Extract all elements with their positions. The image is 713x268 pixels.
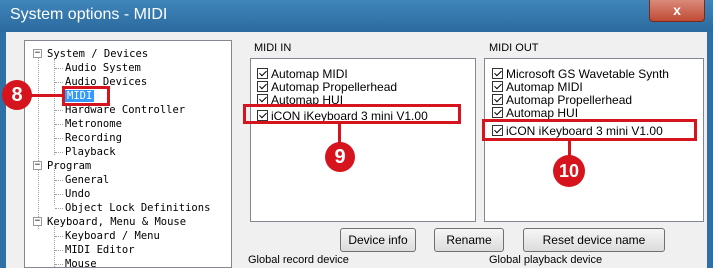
tree-item-label: Mouse xyxy=(65,258,97,268)
tree-item-playback[interactable]: Playback xyxy=(65,145,116,159)
callout-8-badge: 8 xyxy=(2,80,32,110)
tree-item-label: Program xyxy=(47,160,92,172)
tree-item-keyboard-menu-mouse[interactable]: − Keyboard, Menu & Mouse xyxy=(33,215,186,229)
checkbox-icon[interactable] xyxy=(492,81,503,92)
tree-item-label: General xyxy=(65,174,110,186)
callout-9-badge: 9 xyxy=(325,142,355,172)
tree-item-general[interactable]: General xyxy=(65,173,109,187)
checkbox-icon[interactable] xyxy=(492,94,503,105)
midi-out-label: MIDI OUT xyxy=(489,42,539,54)
collapse-icon[interactable]: − xyxy=(33,49,42,58)
tree-item-keyboard-menu[interactable]: Keyboard / Menu xyxy=(65,229,160,243)
tree-item-label: Playback xyxy=(65,146,116,158)
tree-item-system-devices[interactable]: − System / Devices xyxy=(33,47,148,61)
device-info-button[interactable]: Device info xyxy=(340,228,416,252)
midi-out-item-label: Microsoft GS Wavetable Synth xyxy=(506,67,669,81)
midi-in-label: MIDI IN xyxy=(254,42,292,54)
tree-item-audio-system[interactable]: Audio System xyxy=(65,61,141,75)
settings-tree[interactable]: − System / Devices Audio System Audio De… xyxy=(24,40,232,268)
tree-item-label: Recording xyxy=(65,132,122,144)
tree-item-mouse[interactable]: Mouse xyxy=(65,257,97,268)
midi-out-item-label: Automap MIDI xyxy=(506,80,583,94)
title-bar: System options - MIDI x xyxy=(0,0,713,32)
checkbox-icon[interactable] xyxy=(492,107,503,118)
callout-10-badge: 10 xyxy=(553,155,585,187)
tree-item-label: Keyboard / Menu xyxy=(65,230,160,242)
tree-item-label: Undo xyxy=(65,188,91,200)
tree-item-label: Keyboard, Menu & Mouse xyxy=(47,216,187,228)
checkbox-icon[interactable] xyxy=(492,68,503,79)
tree-item-label: Object Lock Definitions xyxy=(65,202,211,214)
midi-in-list[interactable]: Automap MIDI Automap Propellerhead Autom… xyxy=(250,58,476,222)
callout-9-highlight xyxy=(243,104,461,124)
tree-item-label: System / Devices xyxy=(47,48,149,60)
midi-out-item-label: Automap HUI xyxy=(506,106,579,120)
tree-item-undo[interactable]: Undo xyxy=(65,187,90,201)
midi-in-item-label: Automap MIDI xyxy=(271,67,348,81)
tree-item-midi-editor[interactable]: MIDI Editor xyxy=(65,243,135,257)
midi-out-item-label: Automap Propellerhead xyxy=(506,93,633,107)
global-playback-device-label: Global playback device xyxy=(489,254,603,266)
tree-item-label: Audio System xyxy=(65,62,141,74)
tree-item-label: MIDI Editor xyxy=(65,244,135,256)
tree-item-program[interactable]: − Program xyxy=(33,159,91,173)
tree-item-label: Metronome xyxy=(65,118,122,130)
tree-item-recording[interactable]: Recording xyxy=(65,131,122,145)
close-button[interactable]: x xyxy=(649,0,705,22)
reset-device-name-button[interactable]: Reset device name xyxy=(523,228,665,252)
callout-8-highlight xyxy=(62,86,110,106)
checkbox-icon[interactable] xyxy=(257,81,268,92)
tree-item-object-lock-definitions[interactable]: Object Lock Definitions xyxy=(65,201,210,215)
rename-button[interactable]: Rename xyxy=(434,228,504,252)
callout-8-connector xyxy=(30,94,63,97)
tree-item-metronome[interactable]: Metronome xyxy=(65,117,122,131)
midi-in-item-label: Automap Propellerhead xyxy=(271,80,398,94)
global-record-device-label: Global record device xyxy=(248,254,349,266)
checkbox-icon[interactable] xyxy=(257,68,268,79)
collapse-icon[interactable]: − xyxy=(33,217,42,226)
collapse-icon[interactable]: − xyxy=(33,161,42,170)
window-title: System options - MIDI xyxy=(10,6,168,23)
callout-10-highlight xyxy=(482,119,697,141)
